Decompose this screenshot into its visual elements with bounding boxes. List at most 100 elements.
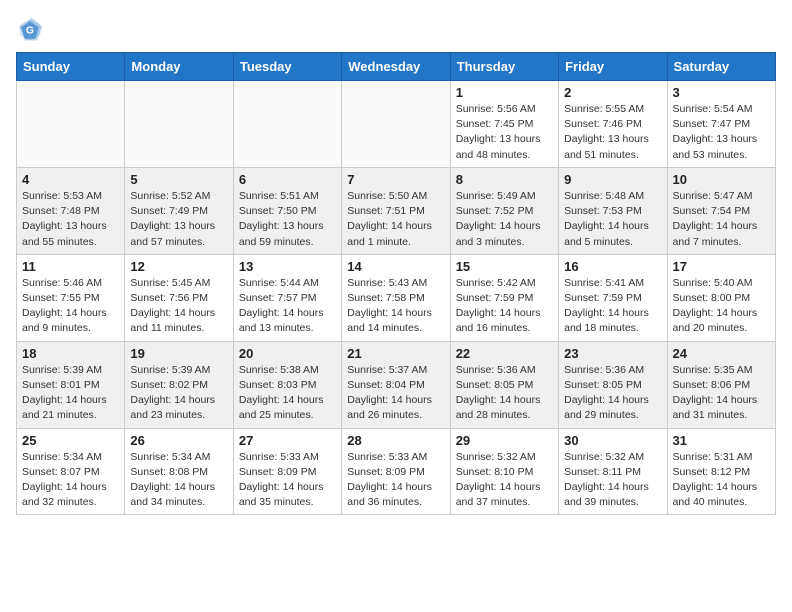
calendar-cell: 26 Sunrise: 5:34 AMSunset: 8:08 PMDayligh… — [125, 428, 233, 515]
calendar-week-row: 11Sunrise: 5:46 AMSunset: 7:55 PMDayligh… — [17, 254, 776, 341]
day-info: Sunrise: 5:33 AMSunset: 8:09 PMDaylight:… — [347, 450, 444, 511]
day-info: Sunrise: 5:54 AMSunset: 7:47 PMDaylight:… — [673, 102, 770, 163]
calendar-cell: 29 Sunrise: 5:32 AMSunset: 8:10 PMDayligh… — [450, 428, 558, 515]
logo: G — [16, 16, 46, 44]
day-number: 5 — [130, 172, 227, 187]
calendar-cell: 23Sunrise: 5:36 AMSunset: 8:05 PMDayligh… — [559, 341, 667, 428]
day-number: 25 — [22, 433, 119, 448]
calendar-week-row: 18 Sunrise: 5:39 AMSunset: 8:01 PMDayligh… — [17, 341, 776, 428]
calendar-table: SundayMondayTuesdayWednesdayThursdayFrid… — [16, 52, 776, 515]
calendar-cell: 25 Sunrise: 5:34 AMSunset: 8:07 PMDayligh… — [17, 428, 125, 515]
calendar-cell: 13 Sunrise: 5:44 AMSunset: 7:57 PMDayligh… — [233, 254, 341, 341]
calendar-cell: 1Sunrise: 5:56 AMSunset: 7:45 PMDaylight… — [450, 81, 558, 168]
day-number: 17 — [673, 259, 770, 274]
page-header: G — [16, 16, 776, 44]
day-info: Sunrise: 5:32 AMSunset: 8:11 PMDaylight:… — [564, 450, 661, 511]
calendar-cell: 31 Sunrise: 5:31 AMSunset: 8:12 PMDayligh… — [667, 428, 775, 515]
calendar-cell: 12 Sunrise: 5:45 AMSunset: 7:56 PMDayligh… — [125, 254, 233, 341]
day-number: 15 — [456, 259, 553, 274]
calendar-cell: 9 Sunrise: 5:48 AMSunset: 7:53 PMDaylight… — [559, 167, 667, 254]
weekday-header-monday: Monday — [125, 53, 233, 81]
day-info: Sunrise: 5:41 AMSunset: 7:59 PMDaylight:… — [564, 276, 661, 337]
day-number: 13 — [239, 259, 336, 274]
day-info: Sunrise: 5:53 AMSunset: 7:48 PMDaylight:… — [22, 189, 119, 250]
calendar-cell: 17 Sunrise: 5:40 AMSunset: 8:00 PMDayligh… — [667, 254, 775, 341]
day-info: Sunrise: 5:36 AMSunset: 8:05 PMDaylight:… — [456, 363, 553, 424]
calendar-cell: 5Sunrise: 5:52 AMSunset: 7:49 PMDaylight… — [125, 167, 233, 254]
day-number: 26 — [130, 433, 227, 448]
day-number: 24 — [673, 346, 770, 361]
day-info: Sunrise: 5:45 AMSunset: 7:56 PMDaylight:… — [130, 276, 227, 337]
calendar-cell — [233, 81, 341, 168]
day-number: 4 — [22, 172, 119, 187]
page-container: G SundayMondayTuesdayWednesdayThursdayFr… — [0, 0, 792, 523]
calendar-week-row: 1Sunrise: 5:56 AMSunset: 7:45 PMDaylight… — [17, 81, 776, 168]
day-info: Sunrise: 5:43 AMSunset: 7:58 PMDaylight:… — [347, 276, 444, 337]
calendar-cell: 27 Sunrise: 5:33 AMSunset: 8:09 PMDayligh… — [233, 428, 341, 515]
day-number: 31 — [673, 433, 770, 448]
day-number: 23 — [564, 346, 661, 361]
day-info: Sunrise: 5:51 AMSunset: 7:50 PMDaylight:… — [239, 189, 336, 250]
calendar-cell: 2 Sunrise: 5:55 AMSunset: 7:46 PMDaylight… — [559, 81, 667, 168]
calendar-cell: 4 Sunrise: 5:53 AMSunset: 7:48 PMDaylight… — [17, 167, 125, 254]
day-number: 28 — [347, 433, 444, 448]
calendar-cell: 18 Sunrise: 5:39 AMSunset: 8:01 PMDayligh… — [17, 341, 125, 428]
weekday-header-tuesday: Tuesday — [233, 53, 341, 81]
day-number: 2 — [564, 85, 661, 100]
calendar-cell — [342, 81, 450, 168]
day-info: Sunrise: 5:39 AMSunset: 8:02 PMDaylight:… — [130, 363, 227, 424]
calendar-cell: 3 Sunrise: 5:54 AMSunset: 7:47 PMDaylight… — [667, 81, 775, 168]
day-info: Sunrise: 5:32 AMSunset: 8:10 PMDaylight:… — [456, 450, 553, 511]
day-number: 20 — [239, 346, 336, 361]
day-number: 9 — [564, 172, 661, 187]
day-info: Sunrise: 5:40 AMSunset: 8:00 PMDaylight:… — [673, 276, 770, 337]
day-number: 29 — [456, 433, 553, 448]
calendar-body: 1Sunrise: 5:56 AMSunset: 7:45 PMDaylight… — [17, 81, 776, 515]
calendar-cell: 6 Sunrise: 5:51 AMSunset: 7:50 PMDaylight… — [233, 167, 341, 254]
day-info: Sunrise: 5:34 AMSunset: 8:08 PMDaylight:… — [130, 450, 227, 511]
calendar-cell: 7 Sunrise: 5:50 AMSunset: 7:51 PMDaylight… — [342, 167, 450, 254]
day-number: 6 — [239, 172, 336, 187]
calendar-cell: 19 Sunrise: 5:39 AMSunset: 8:02 PMDayligh… — [125, 341, 233, 428]
day-info: Sunrise: 5:49 AMSunset: 7:52 PMDaylight:… — [456, 189, 553, 250]
day-info: Sunrise: 5:33 AMSunset: 8:09 PMDaylight:… — [239, 450, 336, 511]
day-info: Sunrise: 5:37 AMSunset: 8:04 PMDaylight:… — [347, 363, 444, 424]
day-number: 19 — [130, 346, 227, 361]
day-info: Sunrise: 5:55 AMSunset: 7:46 PMDaylight:… — [564, 102, 661, 163]
calendar-week-row: 25 Sunrise: 5:34 AMSunset: 8:07 PMDayligh… — [17, 428, 776, 515]
calendar-cell — [125, 81, 233, 168]
day-info: Sunrise: 5:39 AMSunset: 8:01 PMDaylight:… — [22, 363, 119, 424]
calendar-cell: 28 Sunrise: 5:33 AMSunset: 8:09 PMDayligh… — [342, 428, 450, 515]
calendar-cell: 22Sunrise: 5:36 AMSunset: 8:05 PMDayligh… — [450, 341, 558, 428]
day-number: 16 — [564, 259, 661, 274]
day-number: 27 — [239, 433, 336, 448]
day-info: Sunrise: 5:31 AMSunset: 8:12 PMDaylight:… — [673, 450, 770, 511]
day-info: Sunrise: 5:35 AMSunset: 8:06 PMDaylight:… — [673, 363, 770, 424]
calendar-cell: 24 Sunrise: 5:35 AMSunset: 8:06 PMDayligh… — [667, 341, 775, 428]
day-number: 7 — [347, 172, 444, 187]
day-info: Sunrise: 5:44 AMSunset: 7:57 PMDaylight:… — [239, 276, 336, 337]
day-number: 10 — [673, 172, 770, 187]
day-number: 3 — [673, 85, 770, 100]
calendar-cell: 16 Sunrise: 5:41 AMSunset: 7:59 PMDayligh… — [559, 254, 667, 341]
day-number: 12 — [130, 259, 227, 274]
calendar-cell — [17, 81, 125, 168]
day-number: 14 — [347, 259, 444, 274]
day-info: Sunrise: 5:34 AMSunset: 8:07 PMDaylight:… — [22, 450, 119, 511]
weekday-header-thursday: Thursday — [450, 53, 558, 81]
weekday-header-sunday: Sunday — [17, 53, 125, 81]
calendar-cell: 30 Sunrise: 5:32 AMSunset: 8:11 PMDayligh… — [559, 428, 667, 515]
day-info: Sunrise: 5:46 AMSunset: 7:55 PMDaylight:… — [22, 276, 119, 337]
day-info: Sunrise: 5:38 AMSunset: 8:03 PMDaylight:… — [239, 363, 336, 424]
day-info: Sunrise: 5:48 AMSunset: 7:53 PMDaylight:… — [564, 189, 661, 250]
day-number: 18 — [22, 346, 119, 361]
day-number: 21 — [347, 346, 444, 361]
day-info: Sunrise: 5:42 AMSunset: 7:59 PMDaylight:… — [456, 276, 553, 337]
day-number: 8 — [456, 172, 553, 187]
calendar-cell: 21 Sunrise: 5:37 AMSunset: 8:04 PMDayligh… — [342, 341, 450, 428]
day-info: Sunrise: 5:50 AMSunset: 7:51 PMDaylight:… — [347, 189, 444, 250]
day-number: 30 — [564, 433, 661, 448]
day-info: Sunrise: 5:56 AMSunset: 7:45 PMDaylight:… — [456, 102, 553, 163]
calendar-cell: 11Sunrise: 5:46 AMSunset: 7:55 PMDayligh… — [17, 254, 125, 341]
calendar-cell: 20 Sunrise: 5:38 AMSunset: 8:03 PMDayligh… — [233, 341, 341, 428]
